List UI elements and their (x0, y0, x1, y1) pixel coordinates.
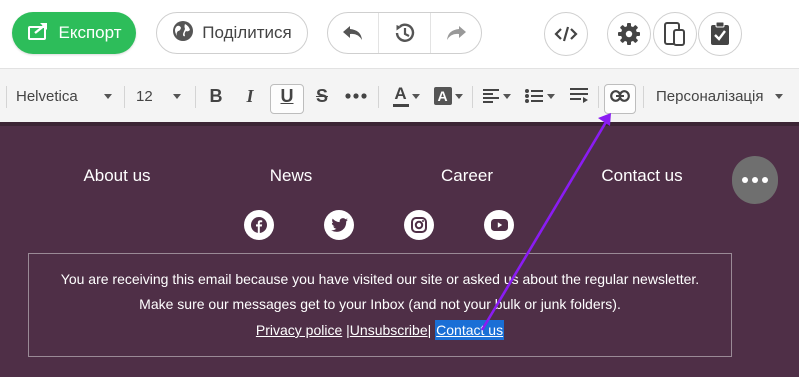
notice-links: Privacy police |Unsubscribe| Contact us (29, 320, 731, 340)
line-height-button[interactable] (566, 69, 592, 123)
personalization-label: Персоналізація (656, 87, 764, 105)
history-icon (396, 23, 415, 42)
chevron-down-icon (503, 93, 511, 99)
clipboard-check-icon (711, 21, 729, 45)
nav-link-about[interactable]: About us (72, 166, 162, 186)
list-icon (525, 89, 543, 103)
link-icon (610, 90, 630, 102)
checklist-button[interactable] (698, 12, 742, 56)
facebook-icon[interactable] (244, 210, 274, 240)
chevron-down-icon (103, 93, 112, 99)
font-family-value: Helvetica (16, 87, 78, 105)
nav-link-news[interactable]: News (256, 166, 326, 186)
italic-label: I (246, 85, 254, 106)
background-color-button[interactable]: A (430, 69, 466, 123)
share-button[interactable]: Поділитися (156, 12, 308, 54)
email-notice-block[interactable]: You are receiving this email because you… (28, 253, 732, 357)
history-button[interactable] (378, 13, 429, 53)
unsubscribe-link[interactable]: Unsubscribe (350, 322, 428, 338)
toolbar-divider (195, 86, 196, 108)
chevron-down-icon (454, 93, 463, 99)
underline-button[interactable]: U (272, 69, 302, 123)
export-icon (27, 21, 51, 46)
privacy-link[interactable]: Privacy police (256, 322, 342, 338)
dot (742, 177, 748, 183)
text-color-button[interactable]: A (388, 69, 424, 123)
underline-label: U (280, 85, 294, 106)
text-color-icon: A (392, 85, 409, 107)
export-button[interactable]: Експорт (12, 12, 136, 54)
nav-link-contact[interactable]: Contact us (590, 166, 694, 186)
dot (752, 177, 758, 183)
instagram-icon[interactable] (404, 210, 434, 240)
gear-icon (618, 23, 640, 45)
nav-link-career[interactable]: Career (430, 166, 504, 186)
align-button[interactable] (480, 69, 514, 123)
email-footer-canvas: About us News Career Contact us You are … (0, 126, 799, 377)
youtube-icon[interactable] (484, 210, 514, 240)
twitter-icon[interactable] (324, 210, 354, 240)
toolbar-divider (472, 86, 473, 108)
more-options-button[interactable] (732, 156, 778, 204)
formatting-toolbar: Helvetica 12 B I U S A A Персоналізація (0, 68, 799, 126)
chevron-down-icon (547, 93, 555, 99)
line-height-icon (570, 88, 588, 103)
undo-icon (343, 26, 363, 40)
chevron-down-icon (172, 93, 181, 99)
italic-button[interactable]: I (238, 69, 262, 123)
bold-label: B (209, 85, 223, 106)
bold-button[interactable]: B (204, 69, 228, 123)
share-label: Поділитися (202, 23, 292, 42)
toolbar-divider (643, 86, 644, 108)
font-family-select[interactable]: Helvetica (16, 69, 116, 123)
chevron-down-icon (775, 93, 784, 99)
contact-link-selected[interactable]: Contact us (435, 320, 505, 340)
chevron-down-icon (411, 93, 420, 99)
background-color-icon: A (433, 87, 452, 105)
font-size-select[interactable]: 12 (136, 69, 188, 123)
toolbar-divider (124, 86, 125, 108)
more-dots-icon (345, 93, 367, 99)
list-button[interactable] (523, 69, 557, 123)
code-button[interactable] (544, 12, 588, 56)
history-controls (327, 12, 482, 54)
undo-button[interactable] (328, 13, 378, 53)
link-button[interactable] (605, 69, 635, 123)
font-size-value: 12 (136, 87, 153, 105)
strikethrough-label: S (315, 85, 328, 106)
toolbar-divider (6, 86, 7, 108)
notice-line-2: Make sure our messages get to your Inbox… (139, 296, 621, 312)
settings-button[interactable] (607, 12, 651, 56)
notice-line-1: You are receiving this email because you… (60, 271, 700, 287)
strikethrough-button[interactable]: S (310, 69, 334, 123)
dot (762, 177, 768, 183)
device-preview-icon (664, 22, 685, 46)
personalization-select[interactable]: Персоналізація (656, 69, 790, 123)
align-left-icon (483, 89, 499, 103)
more-format-button[interactable] (342, 69, 370, 123)
export-label: Експорт (58, 23, 122, 42)
code-icon (554, 26, 578, 42)
top-bar: Експорт Поділитися (0, 0, 799, 68)
link-separator: | (342, 322, 350, 338)
redo-button[interactable] (429, 13, 481, 53)
toolbar-divider (378, 86, 379, 108)
toolbar-divider (598, 86, 599, 108)
device-preview-button[interactable] (653, 12, 697, 56)
globe-icon (172, 20, 194, 47)
redo-icon (446, 26, 466, 40)
